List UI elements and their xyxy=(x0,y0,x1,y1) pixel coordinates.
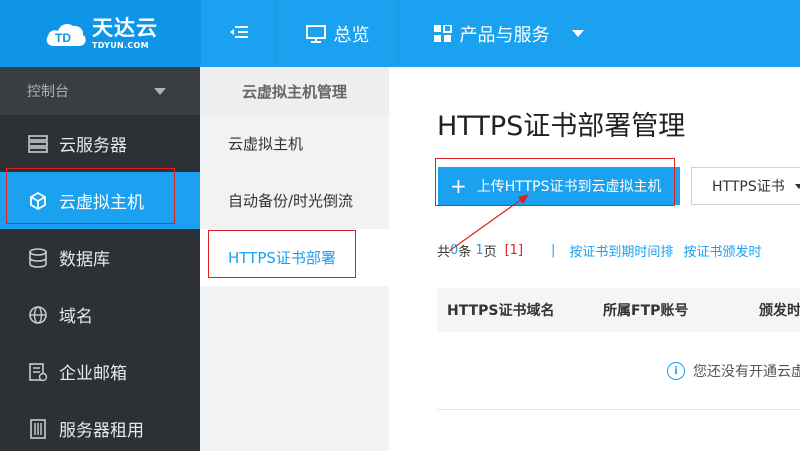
menu-toggle-button[interactable] xyxy=(200,0,276,67)
page-title: HTTPS证书部署管理 xyxy=(437,111,686,142)
highlight-box-upload-button xyxy=(435,158,675,206)
sidebar-item-database[interactable]: 数据库 xyxy=(0,229,200,286)
sidebar-item-label: 企业邮箱 xyxy=(59,364,127,384)
nav-products-label: 产品与服务 xyxy=(459,24,550,46)
sidebar-item-domain[interactable]: 域名 xyxy=(0,286,200,343)
highlight-box-https-deploy xyxy=(208,230,356,278)
certificate-type-select[interactable]: HTTPS证书 xyxy=(691,167,800,205)
main-sidebar: 控制台 云服务器 云虚拟主机 数据库 域名 企业邮箱 服务器租用 xyxy=(0,67,200,451)
pager-divider: | xyxy=(551,243,556,258)
sort-by-issue-link[interactable]: 按证书颁发时 xyxy=(683,241,761,260)
sidebar-item-server-rental[interactable]: 服务器租用 xyxy=(0,400,200,451)
empty-message: 您还没有开通云虚 xyxy=(693,363,800,380)
nav-overview-label: 总览 xyxy=(333,24,370,46)
pager-unit-pages: 页 xyxy=(483,245,497,260)
top-nav-bar: TD 天达云 TDYUN.COM 总览 产品与服务 xyxy=(0,0,800,67)
chevron-down-icon xyxy=(794,183,800,189)
brand-name-en: TDYUN.COM xyxy=(92,40,149,50)
column-header-domain: HTTPS证书域名 xyxy=(447,303,555,319)
sidebar-item-label: 域名 xyxy=(59,307,93,327)
server-icon xyxy=(27,134,49,153)
table-empty-row: i 您还没有开通云虚 xyxy=(437,332,800,410)
database-icon xyxy=(27,247,49,268)
sub-sidebar-title: 云虚拟主机管理 xyxy=(200,67,389,115)
info-icon: i xyxy=(667,361,685,380)
chevron-down-icon xyxy=(571,30,584,37)
main-content: HTTPS证书部署管理 + 上传HTTPS证书到云虚拟主机 HTTPS证书 共 … xyxy=(389,67,800,451)
page-count: 1 xyxy=(475,243,484,258)
pager-unit-records: 条 xyxy=(458,245,472,260)
globe-icon xyxy=(27,305,49,325)
nav-overview[interactable]: 总览 xyxy=(276,0,398,67)
grid-icon xyxy=(433,24,452,43)
sub-item-virtual-host[interactable]: 云虚拟主机 xyxy=(200,115,389,172)
mail-icon xyxy=(27,362,49,382)
sidebar-item-label: 服务器租用 xyxy=(59,421,144,441)
current-page-link[interactable]: [1] xyxy=(505,243,523,258)
sub-item-auto-backup[interactable]: 自动备份/时光倒流 xyxy=(200,172,389,229)
monitor-icon xyxy=(305,24,326,43)
pagination-summary: 共 0 条 1 页 [1] | 按证书到期时间排 按证书颁发时 xyxy=(437,241,771,260)
record-count: 0 xyxy=(450,243,459,258)
brand-name: 天达云 TDYUN.COM xyxy=(92,15,158,50)
console-toggle[interactable]: 控制台 xyxy=(0,67,200,115)
cloud-logo-icon: TD xyxy=(44,19,88,49)
brand-logo[interactable]: TD 天达云 TDYUN.COM xyxy=(0,0,200,67)
menu-fold-icon xyxy=(229,23,248,44)
console-label: 控制台 xyxy=(27,84,69,100)
brand-name-cn: 天达云 xyxy=(92,15,158,40)
certificate-type-value: HTTPS证书 xyxy=(712,179,785,195)
sort-by-expiry-link[interactable]: 按证书到期时间排 xyxy=(569,241,673,260)
svg-text:TD: TD xyxy=(55,31,71,45)
nav-products-dropdown[interactable]: 产品与服务 xyxy=(398,0,618,67)
chevron-down-icon xyxy=(154,87,166,95)
pager-prefix: 共 xyxy=(437,245,451,260)
sidebar-item-label: 数据库 xyxy=(59,250,110,270)
sidebar-item-enterprise-mail[interactable]: 企业邮箱 xyxy=(0,343,200,400)
column-header-issue-time: 颁发时 xyxy=(759,303,800,319)
highlight-box-virtual-host xyxy=(6,168,175,224)
sidebar-item-label: 云服务器 xyxy=(59,136,127,156)
column-header-ftp-account: 所属FTP账号 xyxy=(603,303,689,319)
rack-icon xyxy=(27,418,49,439)
sidebar-item-cloud-server[interactable]: 云服务器 xyxy=(0,115,200,172)
table-header: HTTPS证书域名 所属FTP账号 颁发时 xyxy=(437,288,800,332)
